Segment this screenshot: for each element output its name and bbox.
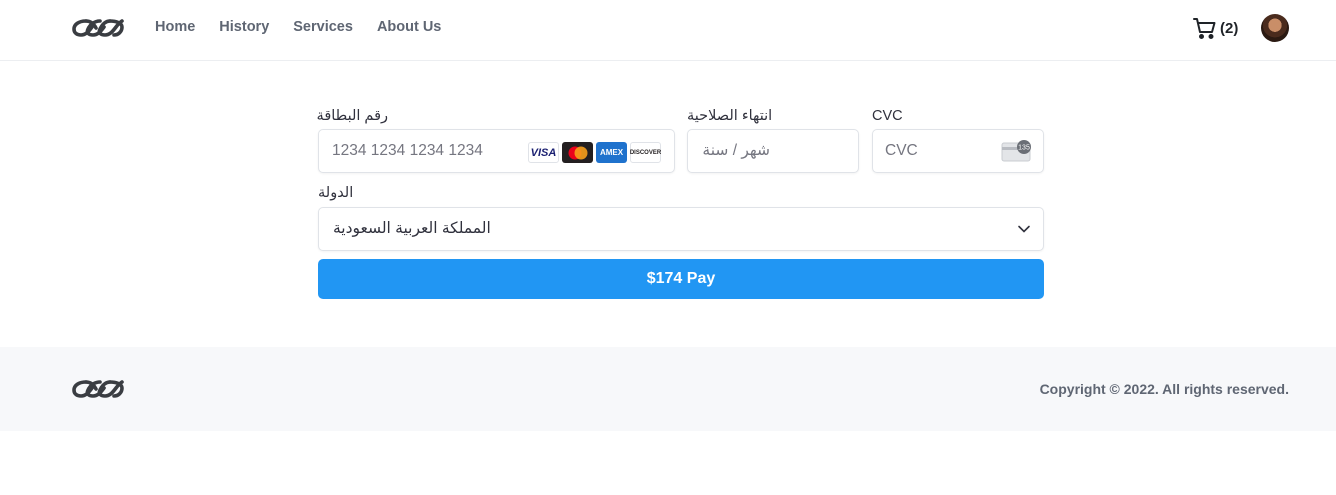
user-avatar[interactable] xyxy=(1261,14,1289,42)
expiry-input[interactable] xyxy=(700,130,770,172)
nav-home[interactable]: Home xyxy=(155,19,195,35)
amex-icon: AMEX xyxy=(596,142,627,163)
expiry-label: انتهاء الصلاحية xyxy=(687,108,773,124)
svg-text:135: 135 xyxy=(1018,145,1030,152)
pay-button[interactable]: $174 Pay xyxy=(318,259,1044,299)
nav-services[interactable]: Services xyxy=(293,19,353,35)
mastercard-icon xyxy=(562,142,593,163)
expiry-field[interactable] xyxy=(687,129,859,173)
cvc-input[interactable] xyxy=(885,130,985,172)
cvc-field[interactable]: 135 xyxy=(872,129,1044,173)
copyright-text: Copyright © 2022. All rights reserved. xyxy=(1039,381,1289,397)
logo-icon[interactable] xyxy=(72,16,124,40)
cart-count: (2) xyxy=(1220,19,1239,37)
country-label: الدولة xyxy=(318,185,354,201)
cvc-label: CVC xyxy=(872,108,903,124)
cart-icon xyxy=(1193,18,1216,39)
main-nav: Home History Services About Us xyxy=(155,19,441,35)
site-footer: Copyright © 2022. All rights reserved. xyxy=(0,347,1336,431)
country-value: المملكة العربية السعودية xyxy=(333,220,491,237)
nav-history[interactable]: History xyxy=(219,19,269,35)
site-header: Home History Services About Us (2) xyxy=(0,0,1336,61)
visa-icon: VISA xyxy=(528,142,559,163)
card-cvc-icon: 135 xyxy=(1001,140,1031,162)
country-select[interactable]: المملكة العربية السعودية xyxy=(318,207,1044,251)
card-number-input[interactable] xyxy=(332,130,522,172)
nav-about-us[interactable]: About Us xyxy=(377,19,441,35)
cart-button[interactable]: (2) xyxy=(1193,16,1238,40)
card-number-label: رقم البطاقة xyxy=(316,108,388,124)
card-number-field[interactable]: VISA AMEX DISCOVER xyxy=(318,129,675,173)
chevron-down-icon xyxy=(1018,225,1030,233)
footer-logo-icon[interactable] xyxy=(72,377,124,401)
discover-icon: DISCOVER xyxy=(630,142,661,163)
